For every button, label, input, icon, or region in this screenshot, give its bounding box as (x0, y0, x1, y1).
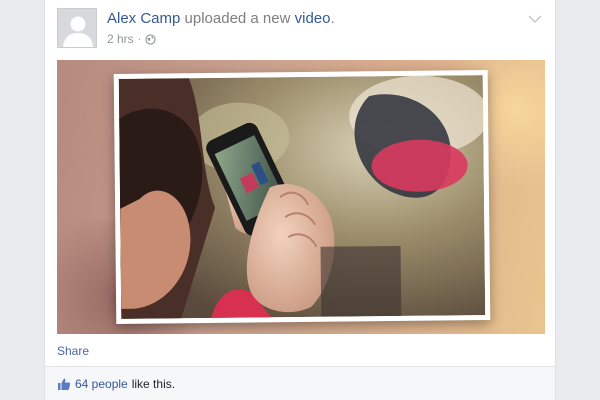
post-title-line: Alex Camp uploaded a new video. (107, 10, 335, 27)
thumbs-up-icon[interactable] (57, 377, 71, 391)
chevron-down-icon[interactable] (527, 12, 543, 24)
action-text: uploaded a new (180, 10, 295, 27)
photo-frame (113, 70, 491, 324)
post-meta: 2 hrs · (107, 32, 156, 46)
video-link[interactable]: video (295, 10, 331, 27)
post-header: Alex Camp uploaded a new video. 2 hrs · (57, 8, 543, 52)
author-name-link[interactable]: Alex Camp (107, 10, 180, 27)
likers-link[interactable]: 64 people (75, 377, 128, 391)
author-avatar[interactable] (57, 8, 97, 48)
likes-summary: 64 people like this. (45, 366, 555, 400)
post-actions: Share (57, 344, 89, 358)
default-avatar-icon (58, 9, 96, 47)
video-still-image (118, 75, 486, 319)
share-link[interactable]: Share (57, 344, 89, 358)
video-thumbnail[interactable] (57, 60, 545, 334)
globe-icon[interactable] (145, 33, 156, 45)
meta-separator: · (137, 33, 142, 45)
post-timestamp[interactable]: 2 hrs (107, 32, 134, 46)
title-period: . (330, 10, 335, 27)
likes-suffix: like this. (131, 376, 176, 391)
feed-post-card: Alex Camp uploaded a new video. 2 hrs · (44, 0, 556, 400)
